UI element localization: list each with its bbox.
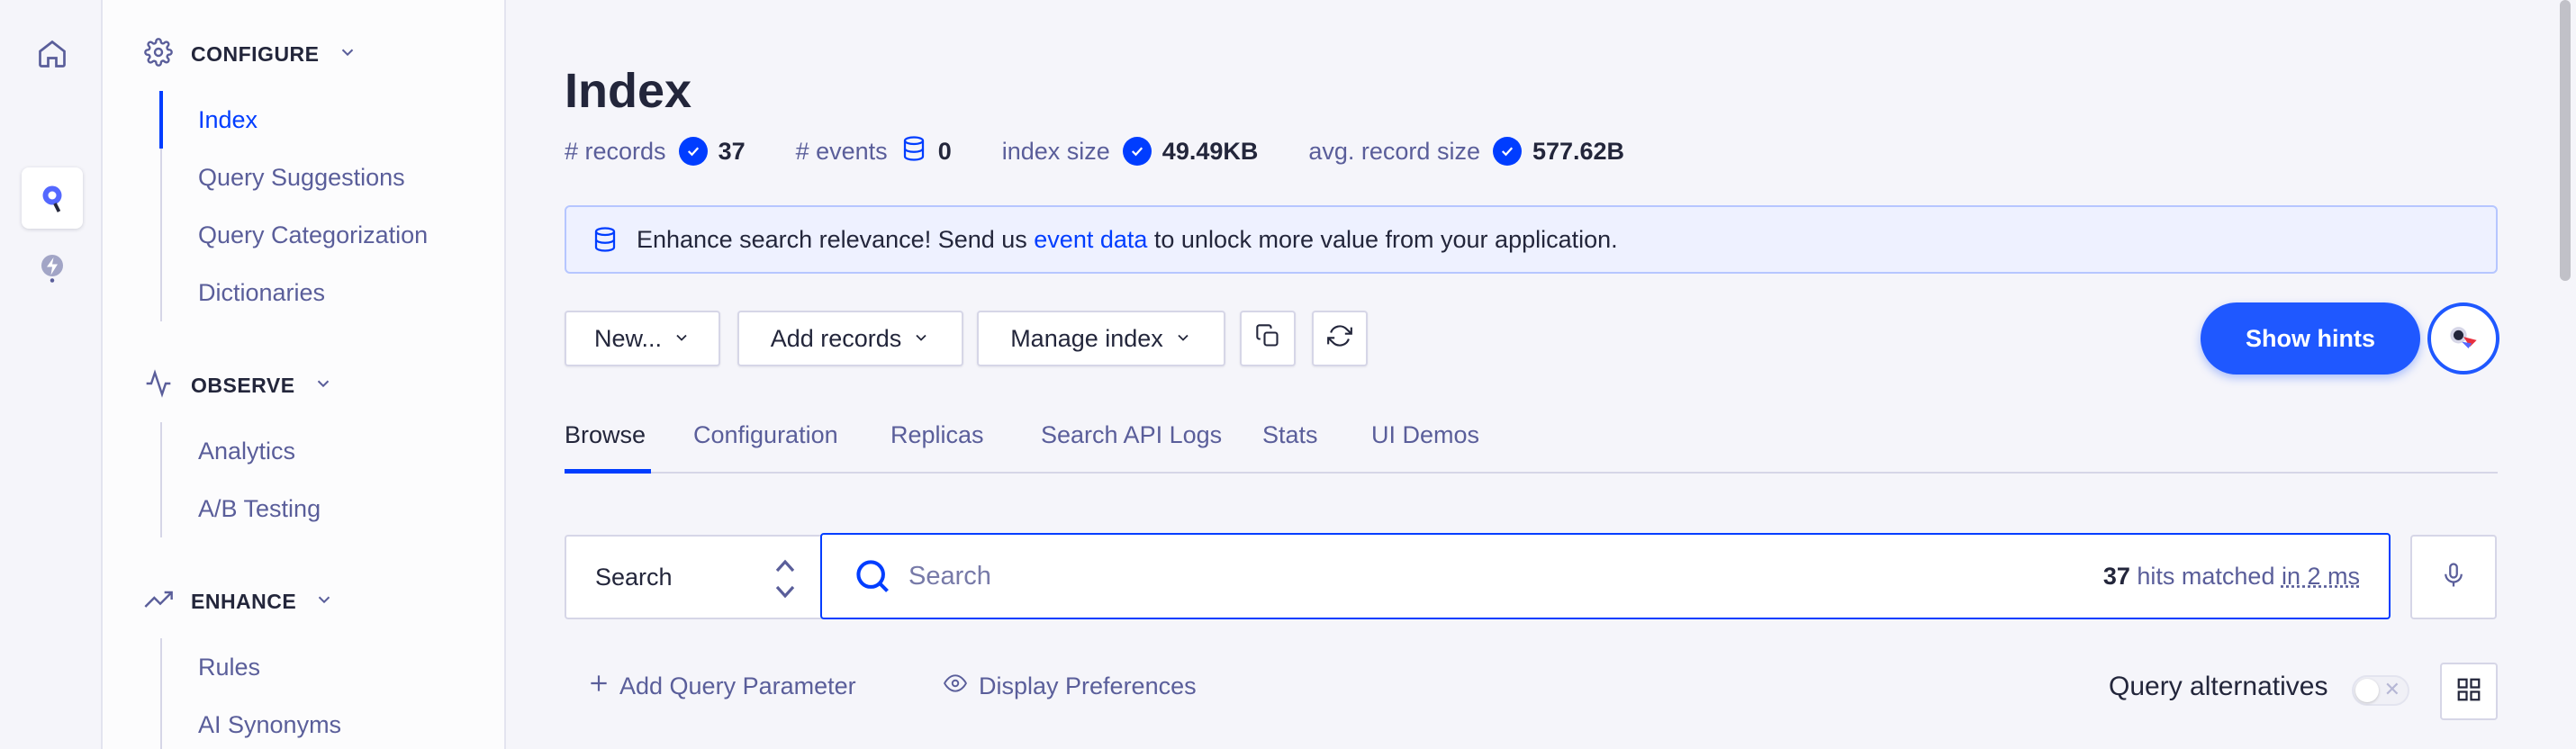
database-icon bbox=[900, 134, 927, 169]
plus-icon bbox=[587, 672, 610, 701]
section-title: CONFIGURE bbox=[191, 41, 320, 66]
page-title: Index bbox=[565, 64, 692, 118]
section-title: ENHANCE bbox=[191, 589, 297, 613]
tab-replicas[interactable]: Replicas bbox=[890, 407, 984, 474]
grid-icon bbox=[2455, 676, 2482, 708]
copy-button[interactable] bbox=[1240, 311, 1296, 366]
search-product-icon[interactable] bbox=[22, 167, 83, 229]
section-title: OBSERVE bbox=[191, 373, 295, 397]
refresh-button[interactable] bbox=[1312, 311, 1368, 366]
tab-ui-demos[interactable]: UI Demos bbox=[1371, 407, 1479, 474]
hits-count: 37 bbox=[2102, 562, 2130, 590]
tab-stats[interactable]: Stats bbox=[1262, 407, 1318, 474]
chevron-down-icon bbox=[313, 374, 333, 398]
display-preferences-button[interactable]: Display Preferences bbox=[941, 672, 1197, 701]
manage-index-button[interactable]: Manage index bbox=[977, 311, 1225, 366]
sidebar-item-dictionaries[interactable]: Dictionaries bbox=[162, 264, 428, 321]
new-button[interactable]: New... bbox=[565, 311, 720, 366]
query-alternatives-label: Query alternatives bbox=[2109, 672, 2328, 701]
avg-record-size-label: avg. record size bbox=[1308, 137, 1480, 165]
index-size-label: index size bbox=[1001, 137, 1110, 165]
close-icon: ✕ bbox=[2383, 678, 2400, 700]
sidebar-item-index[interactable]: Index bbox=[159, 91, 428, 149]
section-observe[interactable]: OBSERVE bbox=[144, 367, 333, 403]
avg-record-size-value: 577.62B bbox=[1532, 137, 1625, 165]
records-value: 37 bbox=[718, 137, 746, 165]
up-down-chevron-icon bbox=[773, 556, 797, 608]
query-alternatives-toggle[interactable]: ✕ bbox=[2352, 675, 2409, 706]
hits-text: hits matched bbox=[2129, 562, 2282, 590]
display-preferences-label: Display Preferences bbox=[979, 672, 1197, 699]
main-content: Index # records 37 # events 0 index size… bbox=[506, 0, 2554, 749]
observe-list: Analytics A/B Testing bbox=[160, 422, 321, 537]
sidebar-item-query-categorization[interactable]: Query Categorization bbox=[162, 206, 428, 264]
enhance-list: Rules AI Synonyms bbox=[160, 638, 341, 749]
index-stats: # records 37 # events 0 index size 49.49… bbox=[565, 135, 1675, 167]
check-circle-icon bbox=[1122, 137, 1152, 166]
grid-view-button[interactable] bbox=[2440, 663, 2498, 720]
astronaut-icon bbox=[2450, 327, 2477, 348]
bolt-icon[interactable] bbox=[22, 238, 83, 299]
refresh-icon bbox=[1327, 323, 1352, 355]
chevron-down-icon bbox=[673, 325, 691, 353]
add-records-label: Add records bbox=[770, 324, 902, 352]
search-mode-value: Search bbox=[595, 563, 673, 591]
new-label: New... bbox=[593, 324, 663, 352]
sidebar-item-ab-testing[interactable]: A/B Testing bbox=[162, 480, 321, 537]
check-circle-icon bbox=[1492, 137, 1522, 166]
check-circle-icon bbox=[678, 137, 708, 166]
sidebar-item-ai-synonyms[interactable]: AI Synonyms bbox=[162, 696, 341, 749]
search-icon bbox=[853, 556, 892, 596]
toggle-knob bbox=[2355, 679, 2379, 702]
search-mode-select[interactable]: Search bbox=[565, 535, 822, 619]
chevron-down-icon bbox=[314, 590, 334, 614]
configure-list: Index Query Suggestions Query Categoriza… bbox=[159, 91, 428, 321]
copy-icon bbox=[1255, 323, 1280, 355]
activity-icon bbox=[144, 368, 173, 402]
page-scrollbar[interactable] bbox=[2554, 0, 2576, 749]
database-icon bbox=[592, 225, 619, 254]
trending-up-icon bbox=[144, 585, 173, 618]
records-label: # records bbox=[565, 137, 666, 165]
tab-browse[interactable]: Browse bbox=[565, 407, 651, 474]
scrollbar-thumb[interactable] bbox=[2560, 0, 2571, 281]
sidebar-item-rules[interactable]: Rules bbox=[162, 638, 341, 696]
search-box: 37 hits matched in 2 ms bbox=[820, 533, 2391, 619]
sidebar: CONFIGURE Index Query Suggestions Query … bbox=[103, 0, 506, 749]
manage-index-label: Manage index bbox=[1010, 324, 1163, 352]
events-label: # events bbox=[795, 137, 888, 165]
home-icon[interactable] bbox=[22, 23, 83, 85]
tab-configuration[interactable]: Configuration bbox=[693, 407, 838, 474]
tab-search-api-logs[interactable]: Search API Logs bbox=[1041, 407, 1222, 474]
voice-search-button[interactable] bbox=[2410, 535, 2497, 619]
avatar[interactable] bbox=[2427, 302, 2499, 374]
section-enhance[interactable]: ENHANCE bbox=[144, 583, 334, 619]
event-data-link[interactable]: event data bbox=[1034, 226, 1147, 254]
gear-icon bbox=[144, 37, 173, 71]
add-query-parameter-button[interactable]: Add Query Parameter bbox=[587, 672, 856, 701]
index-size-value: 49.49KB bbox=[1161, 137, 1259, 165]
add-records-button[interactable]: Add records bbox=[737, 311, 963, 366]
add-query-parameter-label: Add Query Parameter bbox=[619, 672, 856, 699]
chevron-down-icon bbox=[912, 325, 930, 353]
banner-text: to unlock more value from your applicati… bbox=[1147, 225, 1618, 253]
show-hints-button[interactable]: Show hints bbox=[2201, 302, 2420, 374]
section-configure[interactable]: CONFIGURE bbox=[144, 36, 357, 72]
eye-icon bbox=[941, 672, 970, 701]
info-banner: Enhance search relevance! Send us event … bbox=[565, 205, 2498, 274]
sidebar-item-query-suggestions[interactable]: Query Suggestions bbox=[162, 149, 428, 206]
sidebar-item-analytics[interactable]: Analytics bbox=[162, 422, 321, 480]
icon-rail bbox=[0, 0, 103, 749]
hits-time: in 2 ms bbox=[2281, 562, 2360, 590]
search-input[interactable] bbox=[908, 561, 1989, 591]
microphone-icon bbox=[2440, 560, 2467, 595]
index-tabs: Browse Configuration Replicas Search API… bbox=[565, 407, 2498, 474]
events-value: 0 bbox=[937, 137, 952, 165]
chevron-down-icon bbox=[1174, 325, 1192, 353]
banner-text: Enhance search relevance! Send us bbox=[637, 225, 1035, 253]
hits-summary: 37 hits matched in 2 ms bbox=[2103, 563, 2360, 591]
chevron-down-icon bbox=[338, 42, 357, 67]
